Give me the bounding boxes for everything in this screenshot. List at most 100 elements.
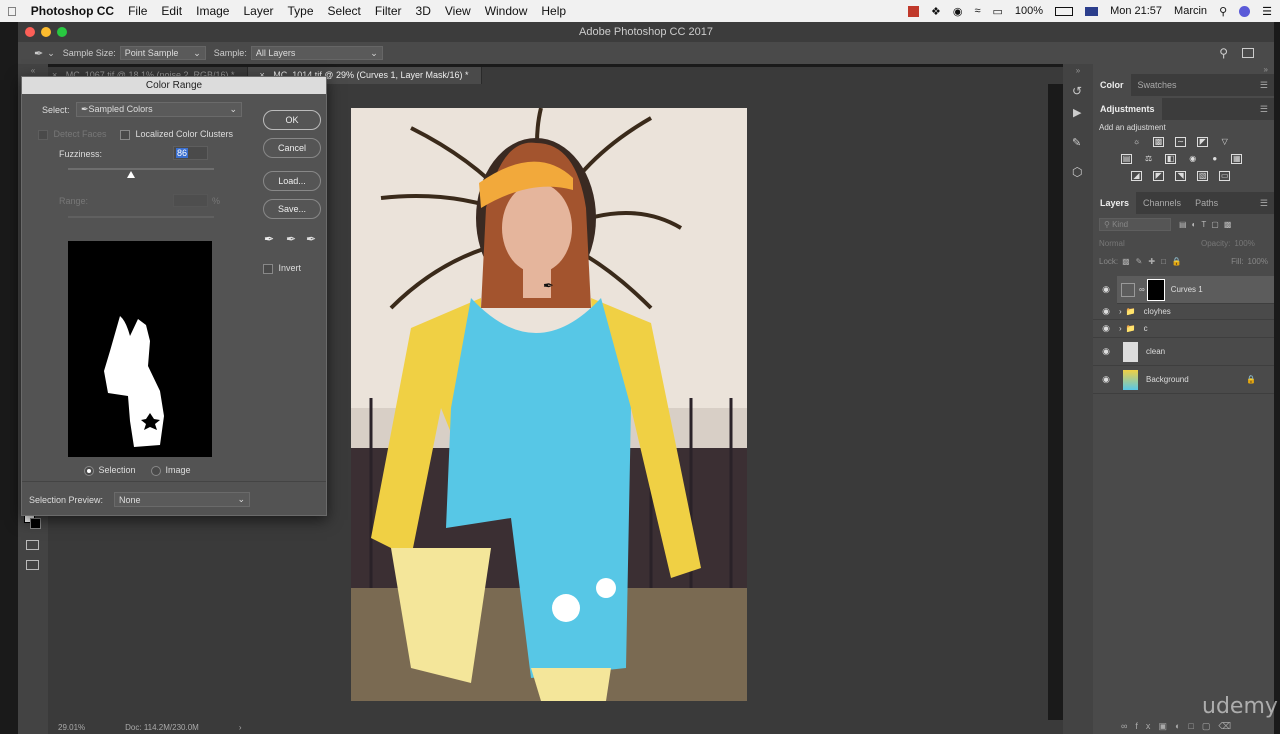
tool-preset-chevron-icon[interactable]: ⌄ [47,48,55,59]
tab-adjustments[interactable]: Adjustments [1093,98,1162,120]
menu-3d[interactable]: 3D [409,4,438,18]
add-mask-icon[interactable]: ▣ [1158,721,1175,731]
localized-clusters-checkbox[interactable] [120,129,130,140]
screen-mode-icon[interactable] [26,560,39,570]
eye-status-icon[interactable]: ◉ [953,5,963,18]
panel-menu-icon[interactable]: ☰ [1260,80,1268,91]
sample-size-select[interactable]: Point Sample ⌄ [119,46,206,60]
eyedropper-sample-icon[interactable]: ✒ [264,232,274,246]
zoom-window-button[interactable] [57,27,67,37]
selection-preview-select[interactable]: None ⌄ [114,492,250,507]
menu-filter[interactable]: Filter [368,4,409,18]
selection-radio-option[interactable]: Selection [84,465,136,476]
panel-menu-icon[interactable]: ☰ [1260,104,1268,115]
posterize-icon[interactable]: ◤ [1153,171,1165,181]
fuzziness-slider-track[interactable] [68,168,214,170]
invert-adjust-icon[interactable]: ◢ [1131,171,1142,181]
layer-row-cloyhes[interactable]: ◉ › 📁 cloyhes [1093,304,1274,320]
spotlight-icon[interactable]: ⚲ [1219,5,1227,18]
panels-collapse-icon[interactable]: » [1264,65,1268,74]
layer-row-clean[interactable]: ◉ clean [1093,338,1274,366]
filter-icons[interactable]: ▤◐T▢▩ [1179,220,1236,229]
color-lookup-icon[interactable]: ▦ [1231,154,1243,164]
workspace-icon[interactable] [1242,48,1254,58]
battery-icon[interactable] [1055,6,1074,16]
photo-filter-icon[interactable]: ◉ [1187,155,1198,165]
dialog-title[interactable]: Color Range [22,77,326,94]
notifications-icon[interactable]: ☰ [1262,5,1272,18]
black-white-icon[interactable]: ◧ [1165,154,1177,164]
lock-icons[interactable]: ▩✎✚□🔒 [1122,257,1188,266]
detect-faces-option[interactable]: Detect Faces [38,129,107,140]
menu-window[interactable]: Window [478,4,535,18]
close-window-button[interactable] [25,27,35,37]
menu-app[interactable]: Photoshop CC [24,4,121,18]
visibility-eye-icon[interactable]: ◉ [1099,323,1113,334]
tab-paths[interactable]: Paths [1188,192,1225,214]
expand-chevron-icon[interactable]: › [1119,324,1122,333]
load-button[interactable]: Load... [263,171,321,191]
3d-cube-icon[interactable]: ⬡ [1072,165,1082,179]
fuzziness-slider-thumb[interactable] [126,171,135,178]
visibility-eye-icon[interactable]: ◉ [1099,284,1113,295]
save-button[interactable]: Save... [263,199,321,219]
flag-icon[interactable] [1085,6,1099,16]
brightness-icon[interactable]: ☼ [1131,138,1142,148]
curves-icon[interactable]: ∼ [1175,137,1187,147]
tab-swatches[interactable]: Swatches [1131,74,1184,96]
red-status-icon[interactable] [907,5,919,17]
dock-collapse-icon[interactable]: » [1063,66,1093,75]
selective-color-icon[interactable]: ▭ [1219,171,1231,181]
panel-menu-icon[interactable]: ☰ [1260,198,1268,209]
menu-image[interactable]: Image [189,4,236,18]
eyedropper-tool-icon[interactable]: ✒ [34,47,43,60]
expand-chevron-icon[interactable]: › [1119,307,1122,316]
opacity-value[interactable]: 100% [1234,239,1254,248]
selection-radio[interactable] [84,465,94,476]
layer-mask-thumbnail[interactable] [1146,278,1165,301]
invert-option[interactable]: Invert [263,263,301,274]
visibility-eye-icon[interactable]: ◉ [1099,374,1113,385]
channel-mixer-icon[interactable]: ● [1209,155,1220,165]
menu-layer[interactable]: Layer [236,4,280,18]
eyedropper-add-icon[interactable]: ✒ [286,232,296,246]
fuzziness-input[interactable]: 86 [173,146,208,160]
minimize-window-button[interactable] [41,27,51,37]
history-icon[interactable]: ↺ [1072,84,1082,98]
image-radio-option[interactable]: Image [151,465,191,476]
visibility-eye-icon[interactable]: ◉ [1099,346,1113,357]
status-menu-chevron-icon[interactable]: › [239,723,242,732]
layer-row-background[interactable]: ◉ Background 🔒 [1093,366,1274,394]
layer-row-c[interactable]: ◉ › 📁 c [1093,320,1274,338]
tab-channels[interactable]: Channels [1136,192,1188,214]
gradient-map-icon[interactable]: ▧ [1197,171,1209,181]
fx-icon[interactable]: fx [1135,721,1158,731]
zoom-level[interactable]: 29.01% [58,723,85,732]
range-slider-track[interactable] [68,216,214,218]
search-icon[interactable]: ⚲ [1219,46,1228,60]
clock[interactable]: Mon 21:57 [1110,5,1162,17]
blend-mode-select[interactable]: Normal [1099,239,1189,248]
threshold-icon[interactable]: ◥ [1175,171,1187,181]
tab-layers[interactable]: Layers [1093,192,1137,214]
airplay-icon[interactable]: ▭ [993,5,1003,18]
levels-icon[interactable]: ▩ [1153,137,1165,147]
fill-value[interactable]: 100% [1248,257,1268,266]
select-dropdown[interactable]: ✒Sampled Colors ⌄ [76,102,242,117]
link-chain-icon[interactable]: ∞ [1139,285,1145,294]
vibrance-icon[interactable]: ▽ [1219,138,1230,148]
quick-mask-icon[interactable] [26,540,39,550]
range-input[interactable] [173,194,208,207]
ok-button[interactable]: OK [263,110,321,130]
menu-view[interactable]: View [438,4,478,18]
user-name[interactable]: Marcin [1174,5,1207,17]
menu-file[interactable]: File [121,4,154,18]
new-group-icon[interactable]: □ [1188,721,1201,731]
exposure-icon[interactable]: ◤ [1197,137,1209,147]
play-actions-icon[interactable]: ▶ [1073,106,1081,119]
tools-collapse-icon[interactable]: « [18,66,48,75]
siri-icon[interactable] [1239,5,1251,17]
detect-faces-checkbox[interactable] [38,129,48,140]
trash-icon[interactable]: ⌫ [1218,721,1239,731]
menu-edit[interactable]: Edit [154,4,189,18]
